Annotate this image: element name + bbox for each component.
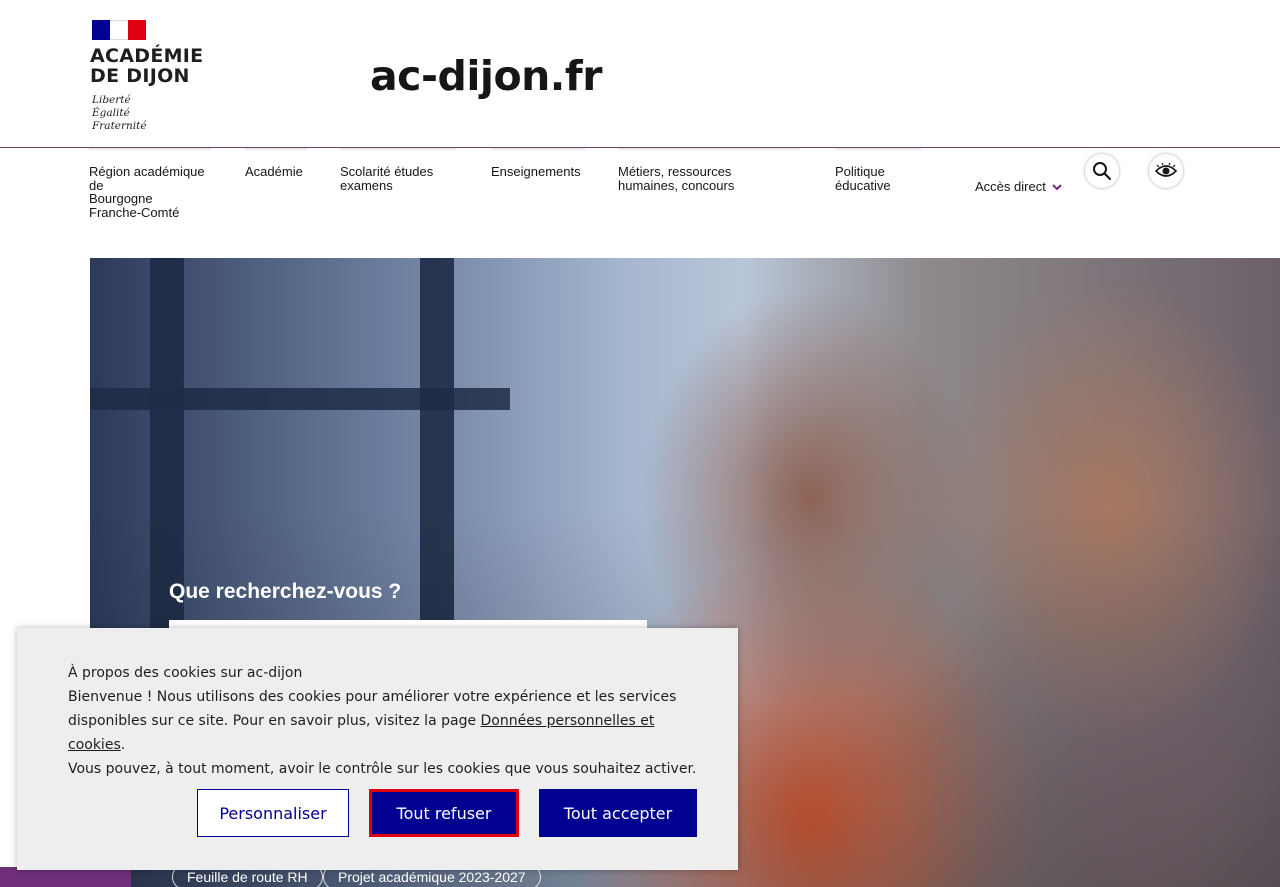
nav-item-label: de [89,177,104,193]
nav-accent [618,148,800,150]
motto-egalite: Égalité [92,107,130,119]
motto-liberte: Liberté [92,94,131,106]
nav-item-enseignements[interactable]: Enseignements [491,165,581,179]
refuse-all-button[interactable]: Tout refuser [369,789,519,837]
marianne-flag-logo [92,20,146,40]
cookie-banner: À propos des cookies sur ac-dijon Bienve… [17,628,738,870]
nav-item-politique-educative[interactable]: Politique éducative [835,165,891,192]
nav-item-label: Métiers, ressources [618,164,732,179]
nav-item-label: Région académique [89,164,205,179]
personalize-button[interactable]: Personnaliser [197,789,349,837]
nav-item-label: Enseignements [491,164,581,179]
republic-motto: Liberté Égalité Fraternité [92,94,147,133]
nav-item-scolarite[interactable]: Scolarité études examens [340,165,433,192]
cookie-body-text: . [120,737,126,753]
search-label: Que recherchez-vous ? [169,580,402,603]
search-icon [1093,162,1112,181]
chevron-down-icon [1052,183,1062,190]
search-button[interactable] [1085,154,1119,188]
nav-accent [89,148,211,150]
cookie-title: À propos des cookies sur ac-dijon [68,665,303,681]
nav-accent [245,148,307,150]
nav-item-label: humaines, concours [618,177,735,193]
nav-item-label: Franche-Comté [89,204,180,220]
acces-direct-dropdown[interactable]: Accès direct [975,179,1062,194]
cookie-body: Bienvenue ! Nous utilisons des cookies p… [68,685,708,757]
nav-accent [340,148,456,150]
nav-accent [491,148,585,150]
accessibility-button[interactable] [1149,154,1183,188]
nav-item-label: Scolarité études [340,164,434,179]
purple-strip [0,867,131,887]
nav-item-metiers[interactable]: Métiers, ressources humaines, concours [618,165,734,192]
acces-direct-label: Accès direct [975,179,1046,194]
nav-item-label: éducative [835,177,891,193]
nav-accent [835,148,921,150]
nav-item-label: Bourgogne [89,191,153,206]
logo-title-line-1: ACADÉMIE [90,45,204,67]
eye-icon [1155,163,1177,177]
site-header: ACADÉMIE DE DIJON Liberté Égalité Frater… [0,0,1280,147]
accept-all-button[interactable]: Tout accepter [539,789,697,837]
nav-item-academie[interactable]: Académie [245,165,303,179]
site-name[interactable]: ac-dijon.fr [370,52,602,100]
academie-logo-title[interactable]: ACADÉMIE DE DIJON [90,46,203,86]
motto-fraternite: Fraternité [92,120,147,132]
cookie-text: À propos des cookies sur ac-dijon Bienve… [68,661,708,781]
nav-item-label: examens [340,177,393,193]
nav-item-region-academique[interactable]: Région académique de Bourgogne Franche-C… [89,165,205,219]
nav-item-label: Académie [245,164,303,179]
logo-title-line-2: DE DIJON [90,65,190,87]
nav-item-label: Politique [835,164,885,179]
cookie-body-last: Vous pouvez, à tout moment, avoir le con… [68,761,697,777]
